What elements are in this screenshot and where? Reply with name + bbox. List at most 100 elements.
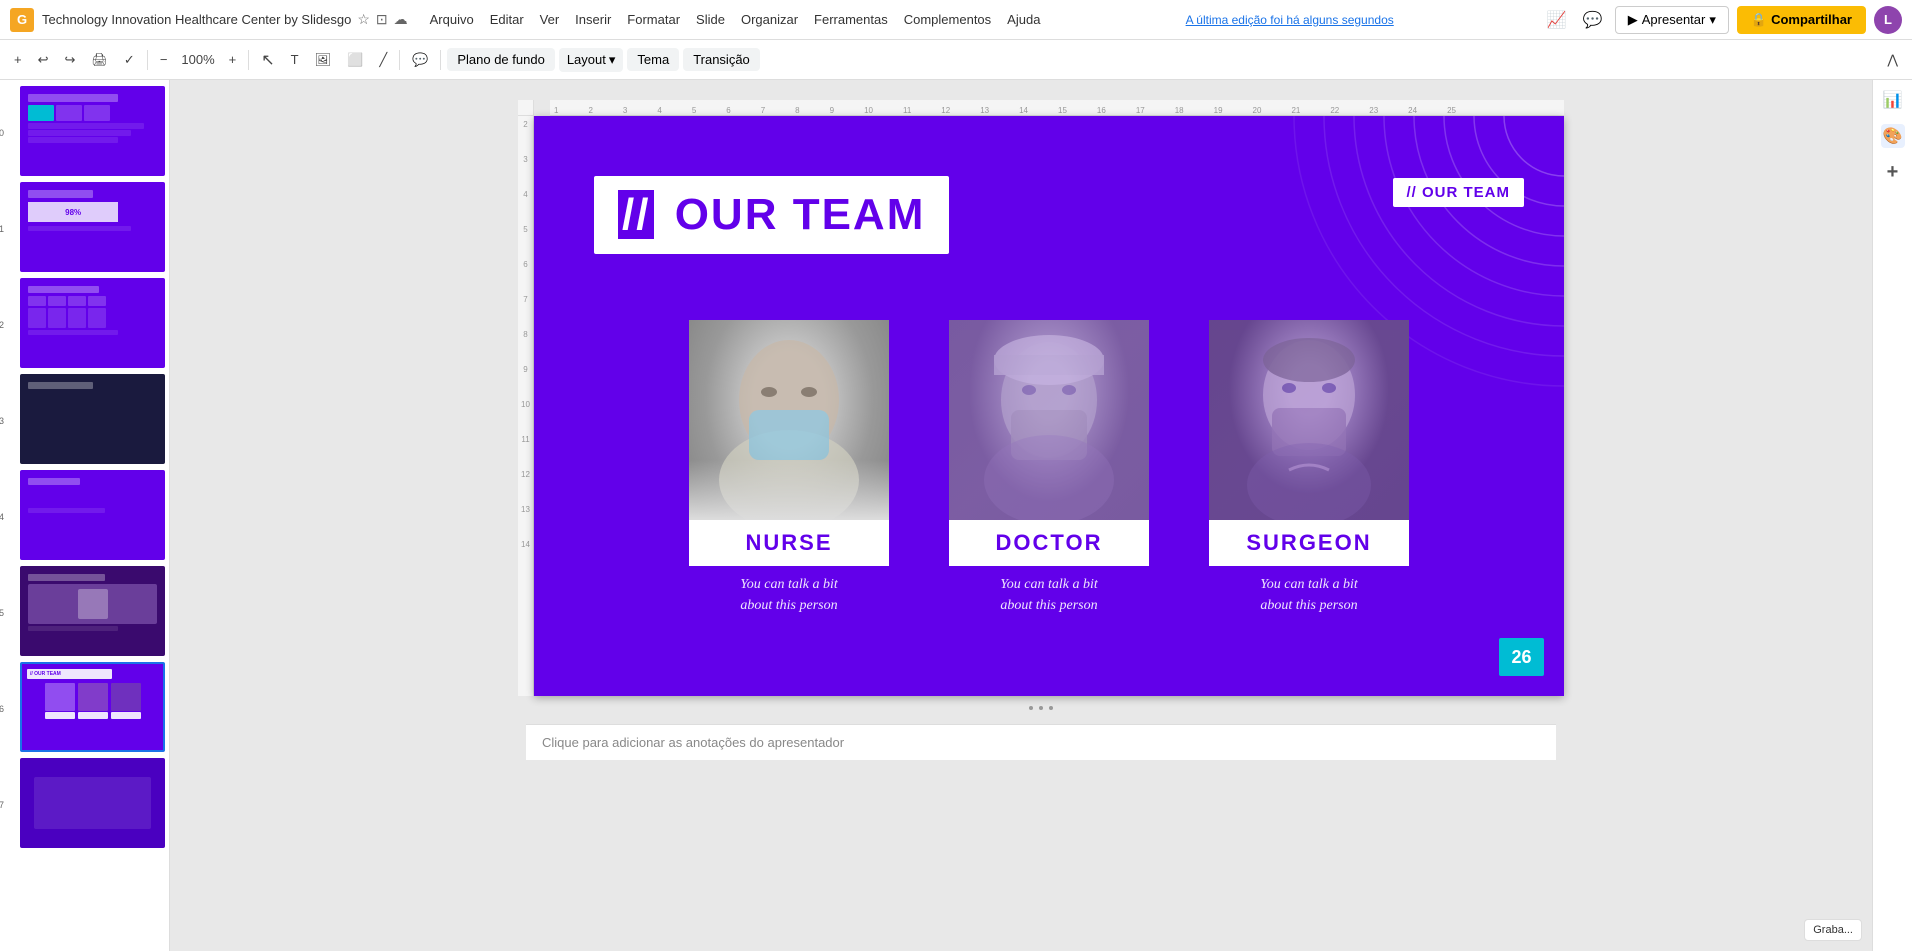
slide-row-23: 23 (4, 374, 165, 468)
grab-button[interactable]: Graba... (1804, 919, 1862, 941)
toolbar-sep-4 (440, 50, 441, 70)
layout-button[interactable]: Layout ▾ (559, 48, 624, 72)
folder-icon[interactable]: ⊡ (376, 11, 388, 28)
lock-icon: 🔒 (1751, 12, 1767, 28)
nurse-photo (689, 320, 889, 520)
title-icons: ☆ ⊡ ☁ (357, 11, 407, 28)
team-member-nurse: NURSE You can talk a bit about this pers… (679, 320, 899, 616)
canvas-area: 1 2 3 4 5 6 7 8 9 10 11 12 13 14 15 16 1 (170, 80, 1912, 951)
right-panel-chart-icon[interactable]: 📊 (1881, 88, 1905, 112)
nurse-name-box: NURSE (689, 520, 889, 566)
toolbar-sep-2 (248, 50, 249, 70)
present-dropdown-icon: ▾ (1709, 12, 1716, 28)
undo-button[interactable]: ↩ (32, 49, 55, 71)
slide-canvas[interactable]: // OUR TEAM // OUR TEAM (534, 116, 1564, 696)
slide-row-24: 24 (4, 470, 165, 564)
slide-row-25: 25 (4, 566, 165, 660)
print-button[interactable]: 🖨 (85, 49, 114, 71)
menu-editar[interactable]: Editar (484, 8, 530, 31)
slide-thumb-27[interactable] (20, 758, 165, 848)
surgeon-desc: You can talk a bit about this person (1260, 574, 1358, 616)
text-tool[interactable]: T (285, 49, 305, 70)
right-panel-plus-icon[interactable]: + (1881, 160, 1905, 184)
slide-row-22: 22 (4, 278, 165, 372)
image-tool[interactable]: 🖼 (309, 49, 338, 71)
slide-num-27: 27 (0, 800, 4, 810)
slide-thumb-21[interactable]: 98% (20, 182, 165, 272)
slide-title-box[interactable]: // OUR TEAM (594, 176, 949, 254)
slide-thumb-26[interactable]: // OUR TEAM (20, 662, 165, 752)
slides-panel: 20 21 (0, 80, 170, 951)
slide-thumb-24[interactable] (20, 470, 165, 560)
present-button[interactable]: ▶ Apresentar ▾ (1615, 6, 1729, 34)
slide-thumb-22[interactable] (20, 278, 165, 368)
share-button[interactable]: 🔒 Compartilhar (1737, 6, 1866, 34)
slide-row-20: 20 (4, 86, 165, 180)
redo-button[interactable]: ↪ (59, 49, 82, 71)
slide-row-26: 26 // OUR TEAM (4, 662, 165, 756)
right-panel-palette-icon[interactable]: 🎨 (1881, 124, 1905, 148)
doctor-name: DOCTOR (949, 530, 1149, 556)
app-icon: G (10, 8, 34, 32)
star-icon[interactable]: ☆ (357, 11, 370, 28)
slide-num-21: 21 (0, 224, 4, 234)
cloud-icon[interactable]: ☁ (394, 11, 408, 28)
document-title: Technology Innovation Healthcare Center … (42, 12, 351, 27)
topbar: G Technology Innovation Healthcare Cente… (0, 0, 1912, 40)
menu-ver[interactable]: Ver (534, 8, 566, 31)
menu-ajuda[interactable]: Ajuda (1001, 8, 1046, 31)
add-slide-button[interactable]: + (8, 49, 28, 70)
slide-row-27: 27 (4, 758, 165, 852)
slide-thumb-23[interactable] (20, 374, 165, 464)
menu-complementos[interactable]: Complementos (898, 8, 997, 31)
menu-slide[interactable]: Slide (690, 8, 731, 31)
slide-num-25: 25 (0, 608, 4, 618)
right-panel: 📊 🎨 + (1872, 80, 1912, 951)
slide-thumb-25[interactable] (20, 566, 165, 656)
menu-arquivo[interactable]: Arquivo (424, 8, 480, 31)
menu-ferramentas[interactable]: Ferramentas (808, 8, 894, 31)
slide-number-badge: 26 (1499, 638, 1544, 676)
menu-inserir[interactable]: Inserir (569, 8, 617, 31)
theme-button[interactable]: Tema (627, 48, 679, 71)
stats-icon[interactable]: 📈 (1543, 6, 1571, 34)
slide-num-22: 22 (0, 320, 4, 330)
slide-num-26: 26 (0, 704, 4, 714)
line-tool[interactable]: ╱ (373, 49, 393, 71)
doctor-name-box: DOCTOR (949, 520, 1149, 566)
transition-button[interactable]: Transição (683, 48, 760, 71)
toolbar-sep-3 (399, 50, 400, 70)
background-button[interactable]: Plano de fundo (447, 48, 554, 71)
surgeon-name: SURGEON (1209, 530, 1409, 556)
team-member-doctor: DOCTOR You can talk a bit about this per… (939, 320, 1159, 616)
zoom-out-button[interactable]: − (154, 49, 174, 70)
toolbar: + ↩ ↪ 🖨 ✓ − 100% + ↖ T 🖼 ⬜ ╱ 💬 Plano de … (0, 40, 1912, 80)
spell-check-button[interactable]: ✓ (118, 49, 141, 71)
comment-tool[interactable]: 💬 (406, 49, 434, 71)
nurse-desc: You can talk a bit about this person (740, 574, 838, 616)
slide-num-20: 20 (0, 128, 4, 138)
bottom-area: Clique para adicionar as anotações do ap… (190, 724, 1892, 760)
comment-icon[interactable]: 💬 (1579, 6, 1607, 34)
scroll-dot (1049, 706, 1053, 710)
slide-thumb-20[interactable] (20, 86, 165, 176)
scroll-dot (1029, 706, 1033, 710)
toolbar-sep-1 (147, 50, 148, 70)
zoom-level: 100% (177, 52, 218, 67)
slide-num-24: 24 (0, 512, 4, 522)
slide-num-23: 23 (0, 416, 4, 426)
title-prefix: // (618, 190, 654, 239)
shape-tool[interactable]: ⬜ (341, 49, 369, 71)
zoom-in-button[interactable]: + (223, 49, 243, 70)
layout-dropdown-icon: ▾ (609, 52, 616, 68)
slide-row-21: 21 98% (4, 182, 165, 276)
ruler-horizontal: 1 2 3 4 5 6 7 8 9 10 11 12 13 14 15 16 1 (550, 100, 1564, 116)
cursor-tool[interactable]: ↖ (255, 47, 280, 73)
notes-area[interactable]: Clique para adicionar as anotações do ap… (526, 724, 1556, 760)
avatar[interactable]: L (1874, 6, 1902, 34)
collapse-panel-button[interactable]: ⋀ (1881, 49, 1904, 71)
title-text: OUR TEAM (675, 190, 926, 239)
menu-formatar[interactable]: Formatar (621, 8, 686, 31)
menu-organizar[interactable]: Organizar (735, 8, 804, 31)
doctor-desc: You can talk a bit about this person (1000, 574, 1098, 616)
